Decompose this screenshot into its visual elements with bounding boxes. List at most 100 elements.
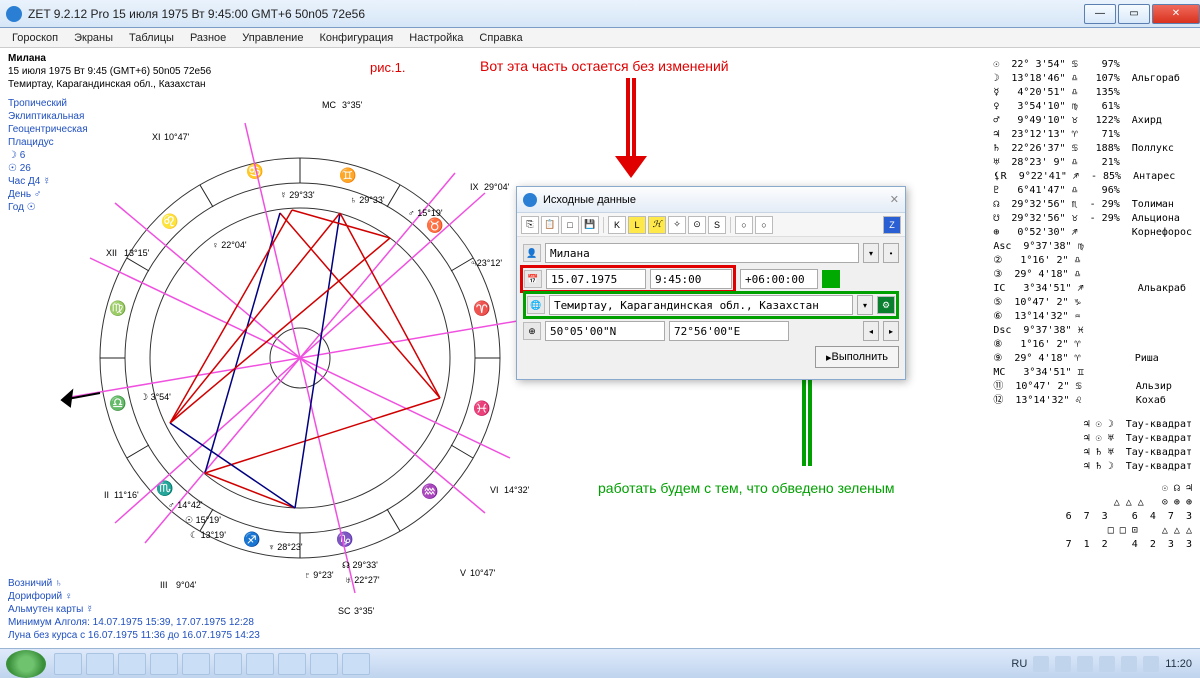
- system-tray: RU 11:20: [1011, 656, 1200, 672]
- clock[interactable]: 11:20: [1165, 658, 1192, 670]
- time-input[interactable]: [650, 269, 732, 289]
- name-input[interactable]: [545, 243, 859, 263]
- aspect-row: ♃ ♄ ☽ Тау-квадрат: [993, 460, 1192, 474]
- menu-misc[interactable]: Разное: [182, 30, 234, 46]
- menu-settings[interactable]: Настройка: [401, 30, 471, 46]
- tb-l[interactable]: L: [628, 216, 646, 234]
- task-icon[interactable]: [310, 653, 338, 675]
- tray-icon[interactable]: [1143, 656, 1159, 672]
- tray-icon[interactable]: [1121, 656, 1137, 672]
- place-dropdown[interactable]: ▾: [857, 295, 873, 315]
- name-dropdown[interactable]: ▾: [863, 243, 879, 263]
- svg-text:3°35': 3°35': [342, 100, 363, 110]
- tz-input[interactable]: [740, 269, 818, 289]
- maximize-button[interactable]: ▭: [1118, 4, 1150, 24]
- prow: ☉ 22° 3'54" ♋ 97%: [993, 58, 1192, 72]
- tray-icon[interactable]: [1099, 656, 1115, 672]
- svg-text:3°35': 3°35': [354, 606, 375, 616]
- place-input[interactable]: [549, 295, 853, 315]
- tray-icon[interactable]: [1055, 656, 1071, 672]
- place-green-highlight: 🌐 ▾ ⚙: [523, 291, 899, 319]
- natal-name: Милана: [8, 53, 46, 64]
- menu-tables[interactable]: Таблицы: [121, 30, 182, 46]
- app-icon: [6, 6, 22, 22]
- tb-copy[interactable]: ⎘: [521, 216, 539, 234]
- menu-control[interactable]: Управление: [234, 30, 311, 46]
- annotation-red-text: Вот эта часть остается без изменений: [480, 58, 729, 74]
- menu-help[interactable]: Справка: [471, 30, 530, 46]
- svg-text:V: V: [460, 568, 466, 578]
- place-map-button[interactable]: ⚙: [877, 296, 895, 314]
- natal-chart: ♊ ♉ ♈ ♓ ♒ ♑ ♐ ♏ ♎ ♍ ♌ ♋: [60, 98, 540, 621]
- svg-text:☽ 3°54': ☽ 3°54': [140, 392, 171, 402]
- coord-prev[interactable]: ◂: [863, 321, 879, 341]
- task-icon[interactable]: [342, 653, 370, 675]
- tray-icon[interactable]: [1033, 656, 1049, 672]
- close-button[interactable]: ✕: [1152, 4, 1200, 24]
- menu-screens[interactable]: Экраны: [66, 30, 121, 46]
- tray-icon[interactable]: [1077, 656, 1093, 672]
- tb-z[interactable]: Z: [883, 216, 901, 234]
- tb-new[interactable]: □: [561, 216, 579, 234]
- tb-k[interactable]: K: [608, 216, 626, 234]
- task-icon[interactable]: [150, 653, 178, 675]
- prow: ☿ 4°20'51" ♎ 135%: [993, 86, 1192, 100]
- tb-paste[interactable]: 📋: [541, 216, 559, 234]
- lon-input[interactable]: [669, 321, 789, 341]
- coord-next[interactable]: ▸: [883, 321, 899, 341]
- menu-config[interactable]: Конфигурация: [311, 30, 401, 46]
- task-icon[interactable]: [278, 653, 306, 675]
- lang-indicator[interactable]: RU: [1011, 658, 1027, 670]
- algol-min: Минимум Алголя: 14.07.1975 15:39, 17.07.…: [8, 616, 260, 629]
- tb-v[interactable]: ✧: [668, 216, 686, 234]
- date-input[interactable]: [546, 269, 646, 289]
- aspect-row: ♃ ☉ ☽ Тау-квадрат: [993, 418, 1192, 432]
- prow: ③ 29° 4'18" ♎: [993, 268, 1192, 282]
- dialog-close-button[interactable]: ✕: [890, 193, 899, 206]
- tz-color-indicator[interactable]: [822, 270, 840, 288]
- tb-o3[interactable]: ○: [755, 216, 773, 234]
- prow: IC 3°34'51" ♐ Альакраб: [993, 282, 1192, 296]
- svg-text:11°16': 11°16': [114, 490, 139, 500]
- minimize-button[interactable]: —: [1084, 4, 1116, 24]
- task-icon[interactable]: [118, 653, 146, 675]
- planet-positions-table: ☉ 22° 3'54" ♋ 97% ☽ 13°18'46" ♎ 107% Аль…: [993, 58, 1192, 552]
- svg-text:☿ 29°33': ☿ 29°33': [280, 190, 315, 200]
- dialog-toolbar: ⎘ 📋 □ 💾 K L ℋ ✧ ⊙ S ○ ○ Z: [517, 213, 905, 237]
- start-button[interactable]: [6, 650, 46, 678]
- lat-input[interactable]: [545, 321, 665, 341]
- natal-place: Темиртау, Карагандинская обл., Казахстан: [8, 78, 211, 91]
- task-icon[interactable]: [86, 653, 114, 675]
- menu-horoscope[interactable]: Гороскоп: [4, 30, 66, 46]
- tb-o2[interactable]: ○: [735, 216, 753, 234]
- tb-s[interactable]: S: [708, 216, 726, 234]
- label-mc: MC: [322, 100, 336, 110]
- task-icon[interactable]: [246, 653, 274, 675]
- svg-text:♌: ♌: [161, 213, 178, 230]
- execute-button[interactable]: ▸ Выполнить: [815, 346, 899, 368]
- name-clear[interactable]: •: [883, 243, 899, 263]
- tb-o1[interactable]: ⊙: [688, 216, 706, 234]
- svg-text:IX: IX: [470, 182, 479, 192]
- svg-text:SC: SC: [338, 606, 351, 616]
- dialog-titlebar[interactable]: Исходные данные ✕: [517, 187, 905, 213]
- dialog-icon: [523, 193, 537, 207]
- prow: ⊕ 0°52'30" ♐ Корнефорос: [993, 226, 1192, 240]
- coord-icon: ⊕: [523, 322, 541, 340]
- prow: ♃ 23°12'13" ♈ 71%: [993, 128, 1192, 142]
- svg-text:♅ 22°27': ♅ 22°27': [345, 575, 380, 585]
- svg-text:♄ 29°33': ♄ 29°33': [350, 195, 385, 205]
- prow: ☋ 29°32'56" ♉ - 29% Альциона: [993, 212, 1192, 226]
- tb-save[interactable]: 💾: [581, 216, 599, 234]
- svg-text:♃23°12': ♃23°12': [470, 258, 502, 268]
- svg-text:II: II: [104, 490, 109, 500]
- place-icon: 🌐: [527, 296, 545, 314]
- tb-h[interactable]: ℋ: [648, 216, 666, 234]
- task-icon[interactable]: [54, 653, 82, 675]
- almuten: Альмутен карты ☿: [8, 603, 260, 616]
- prow: ♄ 22°26'37" ♋ 188% Поллукс: [993, 142, 1192, 156]
- prow: ② 1°16' 2" ♎: [993, 254, 1192, 268]
- task-icon[interactable]: [214, 653, 242, 675]
- task-icon[interactable]: [182, 653, 210, 675]
- svg-text:♒: ♒: [421, 483, 438, 500]
